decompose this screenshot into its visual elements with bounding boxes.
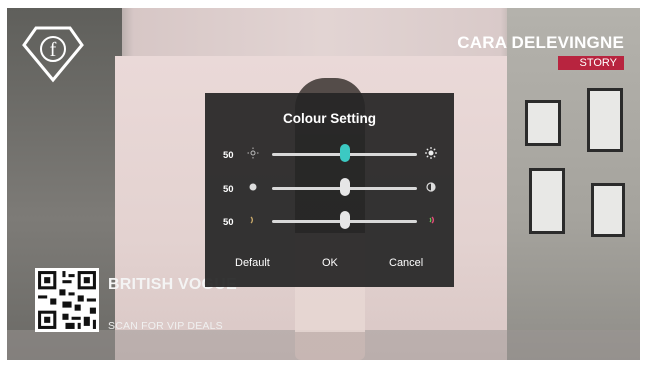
wall-picture bbox=[587, 88, 623, 152]
colour-setting-dialog: Colour Setting 50 50 50 Default OK Cance… bbox=[205, 93, 454, 287]
contrast-dot-icon bbox=[249, 183, 257, 191]
slider-thumb[interactable] bbox=[339, 211, 350, 229]
color-high-icon bbox=[429, 216, 434, 224]
brand-tag: STORY bbox=[557, 56, 624, 70]
slider-row-contrast: 50 bbox=[205, 178, 454, 199]
promo-subtitle: SCAN FOR VIP DEALS bbox=[108, 320, 223, 332]
fashion-tv-logo-icon: f bbox=[22, 26, 84, 83]
brand-name: CARA DELEVINGNE bbox=[457, 33, 624, 52]
slider-row-brightness: 50 bbox=[205, 144, 454, 165]
svg-text:f: f bbox=[50, 39, 57, 61]
brand-block: CARA DELEVINGNE STORY bbox=[457, 33, 624, 71]
dialog-title: Colour Setting bbox=[283, 111, 376, 126]
slider-value: 50 bbox=[223, 150, 234, 161]
ok-button[interactable]: OK bbox=[322, 257, 338, 269]
wall-picture bbox=[591, 183, 625, 237]
slider-thumb[interactable] bbox=[339, 178, 350, 196]
colour-slider[interactable] bbox=[272, 211, 417, 229]
slider-thumb[interactable] bbox=[339, 144, 350, 162]
wall-picture bbox=[525, 100, 561, 146]
slider-value: 50 bbox=[223, 217, 234, 228]
contrast-half-icon bbox=[426, 182, 436, 192]
brightness-high-icon bbox=[425, 147, 437, 159]
cancel-button[interactable]: Cancel bbox=[389, 257, 423, 269]
slider-row-colour: 50 bbox=[205, 211, 454, 232]
contrast-slider[interactable] bbox=[272, 178, 417, 196]
brightness-low-icon bbox=[247, 147, 259, 159]
color-low-icon bbox=[250, 216, 253, 224]
slider-value: 50 bbox=[223, 184, 234, 195]
qr-code-icon bbox=[35, 268, 99, 332]
brightness-slider[interactable] bbox=[272, 144, 417, 162]
wall-picture bbox=[529, 168, 565, 234]
default-button[interactable]: Default bbox=[235, 257, 270, 269]
